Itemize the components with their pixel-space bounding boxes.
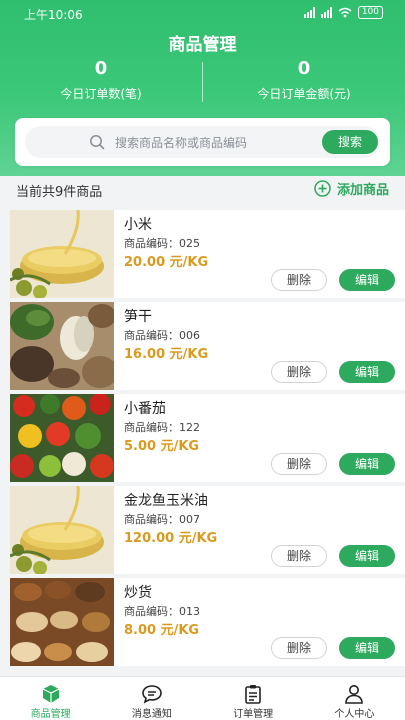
tab-product-management[interactable]: 商品管理 — [0, 677, 101, 720]
product-image-olive-oil — [10, 210, 114, 298]
tab-label: 订单管理 — [233, 709, 274, 720]
page-title: 商品管理 — [168, 35, 237, 55]
add-circle-icon — [314, 180, 331, 197]
status-bar: 上午10:06 100 — [0, 0, 405, 28]
search-input[interactable]: 搜索商品名称或商品编码 搜索 — [25, 126, 380, 158]
box-icon — [42, 685, 59, 703]
stat-value: 0 — [297, 58, 311, 79]
delete-button[interactable]: 删除 — [271, 453, 327, 475]
status-time: 上午10:06 — [24, 8, 83, 22]
product-code: 商品编码：007 — [124, 513, 200, 526]
person-icon — [345, 685, 364, 704]
product-image-dried-vegetables — [10, 302, 114, 390]
search-card: 搜索商品名称或商品编码 搜索 — [15, 118, 390, 166]
product-code: 商品编码：006 — [124, 329, 200, 342]
clipboard-icon — [245, 685, 261, 704]
signal-icon — [320, 7, 332, 18]
search-button[interactable]: 搜索 — [322, 130, 378, 154]
product-price: 16.00 元/KG — [124, 347, 209, 362]
product-item[interactable]: 炒货 商品编码：013 8.00 元/KG 删除 编辑 — [10, 578, 405, 666]
product-price: 5.00 元/KG — [124, 439, 200, 454]
add-product-button[interactable]: 添加商品 — [314, 179, 389, 198]
product-item[interactable]: 小米 商品编码：025 20.00 元/KG 删除 编辑 — [10, 210, 405, 298]
edit-button[interactable]: 编辑 — [339, 637, 395, 659]
product-price: 8.00 元/KG — [124, 623, 200, 638]
stat-order-amount: 0 今日订单金额(元) — [203, 58, 405, 102]
product-item[interactable]: 小番茄 商品编码：122 5.00 元/KG 删除 编辑 — [10, 394, 405, 482]
search-placeholder: 搜索商品名称或商品编码 — [115, 136, 248, 150]
tab-notifications[interactable]: 消息通知 — [101, 677, 202, 720]
search-icon — [90, 135, 105, 150]
bottom-tab-bar: 商品管理 消息通知 订单管理 个人中心 — [0, 676, 405, 720]
stat-order-count: 0 今日订单数(笔) — [0, 58, 202, 102]
status-icons: 100 — [303, 6, 383, 19]
tab-label: 商品管理 — [30, 709, 71, 720]
stat-value: 0 — [94, 58, 108, 79]
chat-icon — [142, 685, 162, 704]
edit-button[interactable]: 编辑 — [339, 269, 395, 291]
product-name: 金龙鱼玉米油 — [124, 493, 208, 509]
product-code: 商品编码：025 — [124, 237, 200, 250]
wifi-icon — [338, 7, 352, 18]
product-list[interactable]: 小米 商品编码：025 20.00 元/KG 删除 编辑 笋干 商品编码：006… — [10, 210, 405, 676]
tab-label: 个人中心 — [334, 709, 375, 720]
product-code: 商品编码：122 — [124, 421, 200, 434]
add-product-label: 添加商品 — [336, 183, 389, 198]
edit-button[interactable]: 编辑 — [339, 453, 395, 475]
product-item[interactable]: 金龙鱼玉米油 商品编码：007 120.00 元/KG 删除 编辑 — [10, 486, 405, 574]
product-name: 笋干 — [124, 309, 152, 325]
stat-label: 今日订单数(笔) — [60, 87, 142, 101]
product-name: 小米 — [124, 217, 152, 233]
stat-label: 今日订单金额(元) — [257, 87, 351, 101]
signal-icon — [303, 7, 315, 18]
product-image-vegetables — [10, 394, 114, 482]
edit-button[interactable]: 编辑 — [339, 361, 395, 383]
product-code: 商品编码：013 — [124, 605, 200, 618]
tab-label: 消息通知 — [131, 709, 172, 720]
product-price: 20.00 元/KG — [124, 255, 209, 270]
product-count: 当前共9件商品 — [16, 185, 103, 200]
product-item[interactable]: 笋干 商品编码：006 16.00 元/KG 删除 编辑 — [10, 302, 405, 390]
product-name: 炒货 — [124, 585, 152, 601]
delete-button[interactable]: 删除 — [271, 637, 327, 659]
delete-button[interactable]: 删除 — [271, 361, 327, 383]
product-name: 小番茄 — [124, 401, 166, 417]
product-image-nuts — [10, 578, 114, 666]
tab-order-management[interactable]: 订单管理 — [203, 677, 304, 720]
delete-button[interactable]: 删除 — [271, 545, 327, 567]
battery-icon: 100 — [357, 6, 383, 19]
product-image-olive-oil — [10, 486, 114, 574]
product-price: 120.00 元/KG — [124, 531, 218, 546]
tab-profile[interactable]: 个人中心 — [304, 677, 405, 720]
edit-button[interactable]: 编辑 — [339, 545, 395, 567]
delete-button[interactable]: 删除 — [271, 269, 327, 291]
